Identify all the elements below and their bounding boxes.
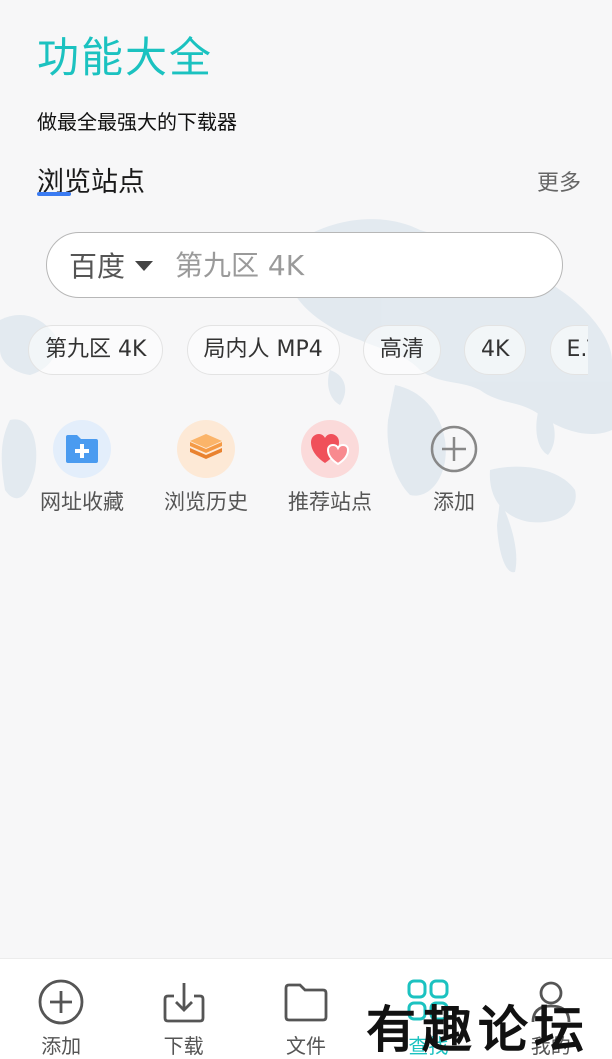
tab-label: 文件 [285,1034,326,1058]
shortcut-label: 推荐站点 [288,490,372,514]
shortcut-add[interactable]: 添加 [392,420,516,516]
tab-files[interactable]: 文件 [245,959,367,1059]
hearts-icon [301,420,359,478]
tab-download[interactable]: 下载 [122,959,244,1059]
shortcut-label: 网址收藏 [40,490,124,514]
folder-icon [281,977,331,1026]
suggestion-chips: 第九区 4K 局内人 MP4 高清 4K E.T [28,325,588,377]
search-input[interactable] [175,248,496,282]
section-title-underline [37,192,71,196]
shortcut-grid: 网址收藏 浏览历史 推荐站点 添加 [20,420,516,516]
shortcut-recommended-sites[interactable]: 推荐站点 [268,420,392,516]
search-box: 百度 [46,232,563,298]
bookmark-folder-icon [53,420,111,478]
tab-label: 下载 [163,1034,204,1058]
shortcut-label: 添加 [433,490,475,514]
page-subtitle: 做最全最强大的下载器 [37,110,237,134]
more-link[interactable]: 更多 [537,165,581,197]
shortcut-label: 浏览历史 [164,490,248,514]
tab-add[interactable]: 添加 [0,959,122,1059]
watermark-text: 有趣论坛 [366,1000,590,1059]
plus-circle-icon [36,977,86,1026]
plus-circle-icon [425,420,483,478]
download-icon [159,977,209,1026]
tab-label: 添加 [41,1034,82,1058]
search-engine-label: 百度 [69,250,126,283]
caret-down-icon [135,261,154,271]
suggestion-chip[interactable]: 局内人 MP4 [186,325,340,375]
layers-history-icon [177,420,235,478]
suggestion-chip[interactable]: 4K [463,325,527,375]
shortcut-bookmarks[interactable]: 网址收藏 [20,420,144,516]
page-title: 功能大全 [37,33,214,82]
suggestion-chip[interactable]: 高清 [362,325,441,375]
suggestion-chip[interactable]: 第九区 4K [28,325,164,375]
shortcut-history[interactable]: 浏览历史 [144,420,268,516]
search-engine-selector[interactable]: 百度 [69,245,154,285]
suggestion-chip[interactable]: E.T [549,325,588,375]
